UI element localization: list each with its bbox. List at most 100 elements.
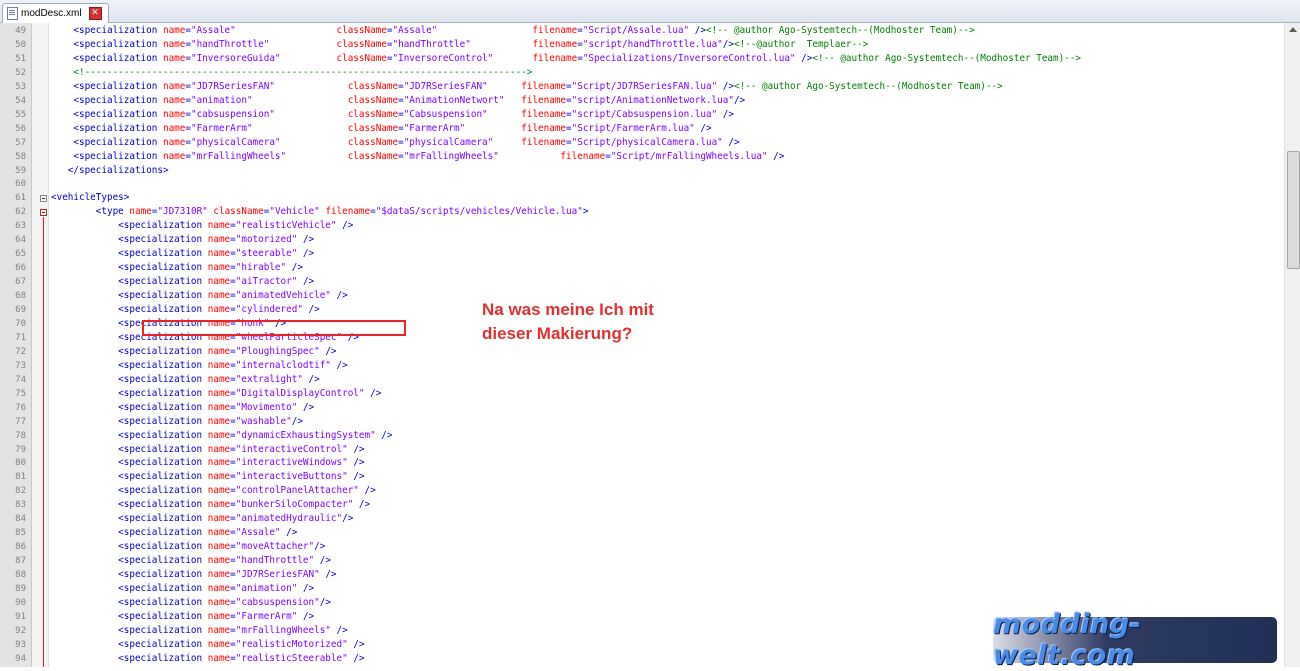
code-line[interactable]: 56 <specialization name="FarmerArm" clas… xyxy=(0,122,1284,136)
code-text: <specialization name="interactiveControl… xyxy=(118,443,365,455)
line-number: 61 xyxy=(15,193,26,204)
line-number: 56 xyxy=(15,123,26,134)
code-line[interactable]: 65 <specialization name="steerable" /> xyxy=(0,247,1284,261)
code-text: <specialization name="washable"/> xyxy=(118,415,303,427)
close-icon[interactable]: ✕ xyxy=(88,7,102,20)
code-text: <specialization name="controlPanelAttach… xyxy=(118,485,376,497)
code-line[interactable]: 59 </specializations> xyxy=(0,164,1284,178)
annotation-text: Na was meine Ich mit dieser Makierung? xyxy=(482,298,654,346)
tab-bar: modDesc.xml ✕ xyxy=(0,0,1300,23)
code-text: <specialization name="PloughingSpec" /> xyxy=(118,345,337,357)
code-line[interactable]: 58 <specialization name="mrFallingWheels… xyxy=(0,150,1284,164)
line-number: 94 xyxy=(15,653,26,664)
code-line[interactable]: 54 <specialization name="animation" clas… xyxy=(0,94,1284,108)
line-number: 68 xyxy=(15,291,26,302)
line-number: 76 xyxy=(15,402,26,413)
code-text: <specialization name="DigitalDisplayCont… xyxy=(118,387,382,399)
line-number: 77 xyxy=(15,416,26,427)
code-line[interactable]: 76 <specialization name="Movimento" /> xyxy=(0,401,1284,415)
code-text: <specialization name="JD7RSeriesFAN" cla… xyxy=(73,80,1003,92)
code-line[interactable]: 89 <specialization name="animation" /> xyxy=(0,582,1284,596)
code-text: <specialization name="aiTractor" /> xyxy=(118,276,315,288)
code-text: <specialization name="bunkerSiloCompacte… xyxy=(118,499,371,511)
tab-label: modDesc.xml xyxy=(21,8,82,19)
code-line[interactable]: 62 <type name="JD7310R" className="Vehic… xyxy=(0,205,1284,219)
code-line[interactable]: 85 <specialization name="Assale" /> xyxy=(0,526,1284,540)
line-number: 63 xyxy=(15,221,26,232)
watermark-logo: modding-welt.com xyxy=(993,609,1277,671)
code-text: <specialization name="Assale" /> xyxy=(118,527,298,539)
code-line[interactable]: 78 <specialization name="dynamicExhausti… xyxy=(0,429,1284,443)
line-number: 79 xyxy=(15,444,26,455)
code-line[interactable]: 72 <specialization name="PloughingSpec" … xyxy=(0,345,1284,359)
line-number: 52 xyxy=(15,67,26,78)
code-text: <specialization name="cylindered" /> xyxy=(118,304,320,315)
line-number: 85 xyxy=(15,528,26,539)
code-text: <specialization name="internalclodtif" /… xyxy=(118,359,348,371)
line-number: 71 xyxy=(15,332,26,343)
code-text: </specializations> xyxy=(67,164,169,176)
file-icon xyxy=(7,7,18,20)
code-text: <specialization name="animatedVehicle" /… xyxy=(118,290,348,302)
line-number: 78 xyxy=(15,430,26,441)
line-number: 84 xyxy=(15,514,26,525)
code-text: <specialization name="cabsuspension" cla… xyxy=(73,108,734,120)
code-line[interactable]: 74 <specialization name="extralight" /> xyxy=(0,373,1284,387)
code-line[interactable]: 64 <specialization name="motorized" /> xyxy=(0,233,1284,247)
line-number: 91 xyxy=(15,611,26,622)
code-line[interactable]: 53 <specialization name="JD7RSeriesFAN" … xyxy=(0,80,1284,94)
line-number: 75 xyxy=(15,388,26,399)
code-text: <vehicleTypes> xyxy=(51,192,130,204)
line-number: 73 xyxy=(15,360,26,371)
code-text: <specialization name="JD7RSeriesFAN" /> xyxy=(118,569,337,581)
code-text: <specialization name="realisticMotorized… xyxy=(118,638,365,650)
scroll-up-icon[interactable] xyxy=(1289,27,1297,32)
line-number: 60 xyxy=(15,179,26,190)
code-text: <specialization name="moveAttacher"/> xyxy=(118,541,326,553)
code-line[interactable]: 83 <specialization name="bunkerSiloCompa… xyxy=(0,498,1284,512)
code-line[interactable]: 79 <specialization name="interactiveCont… xyxy=(0,443,1284,457)
code-line[interactable]: 87 <specialization name="handThrottle" /… xyxy=(0,554,1284,568)
line-number: 55 xyxy=(15,109,26,120)
code-line[interactable]: 82 <specialization name="controlPanelAtt… xyxy=(0,484,1284,498)
code-line[interactable]: 49 <specialization name="Assale" classNa… xyxy=(0,24,1284,38)
line-number: 82 xyxy=(15,486,26,497)
code-line[interactable]: 88 <specialization name="JD7RSeriesFAN" … xyxy=(0,568,1284,582)
code-line[interactable]: 90 <specialization name="cabsuspension"/… xyxy=(0,596,1284,610)
vertical-scrollbar[interactable] xyxy=(1284,23,1300,667)
code-line[interactable]: 80 <specialization name="interactiveWind… xyxy=(0,456,1284,470)
code-line[interactable]: 77 <specialization name="washable"/> xyxy=(0,415,1284,429)
code-line[interactable]: 73 <specialization name="internalclodtif… xyxy=(0,359,1284,373)
code-line[interactable]: 60 xyxy=(0,177,1284,191)
code-line[interactable]: 52 <!-----------------------------------… xyxy=(0,66,1284,80)
code-line[interactable]: 57 <specialization name="physicalCamera"… xyxy=(0,136,1284,150)
code-line[interactable]: 75 <specialization name="DigitalDisplayC… xyxy=(0,387,1284,401)
code-line[interactable]: 51 <specialization name="InversoreGuida"… xyxy=(0,52,1284,66)
line-number: 53 xyxy=(15,81,26,92)
code-line[interactable]: 61 <vehicleTypes> xyxy=(0,191,1284,205)
scroll-thumb[interactable] xyxy=(1287,151,1300,269)
line-number: 88 xyxy=(15,570,26,581)
code-line[interactable]: 81 <specialization name="interactiveButt… xyxy=(0,470,1284,484)
line-number: 80 xyxy=(15,458,26,469)
line-number: 83 xyxy=(15,500,26,511)
line-number: 51 xyxy=(15,53,26,64)
line-number: 62 xyxy=(15,207,26,218)
line-number: 57 xyxy=(15,137,26,148)
code-line[interactable]: 67 <specialization name="aiTractor" /> xyxy=(0,275,1284,289)
tab-moddesc[interactable]: modDesc.xml ✕ xyxy=(2,3,109,23)
code-line[interactable]: 50 <specialization name="handThrottle" c… xyxy=(0,38,1284,52)
line-number: 65 xyxy=(15,249,26,260)
code-line[interactable]: 63 <specialization name="realisticVehicl… xyxy=(0,219,1284,233)
code-line[interactable]: 86 <specialization name="moveAttacher"/> xyxy=(0,540,1284,554)
watermark-text: modding-welt.com xyxy=(993,609,1142,671)
code-text: <specialization name="animation" classNa… xyxy=(73,94,746,106)
code-line[interactable]: 84 <specialization name="animatedHydraul… xyxy=(0,512,1284,526)
line-number: 59 xyxy=(15,165,26,176)
code-text: <specialization name="hirable" /> xyxy=(118,262,303,274)
code-text: <specialization name="animation" /> xyxy=(118,583,315,594)
code-line[interactable]: 66 <specialization name="hirable" /> xyxy=(0,261,1284,275)
line-number: 74 xyxy=(15,374,26,385)
code-line[interactable]: 55 <specialization name="cabsuspension" … xyxy=(0,108,1284,122)
line-number: 69 xyxy=(15,305,26,315)
